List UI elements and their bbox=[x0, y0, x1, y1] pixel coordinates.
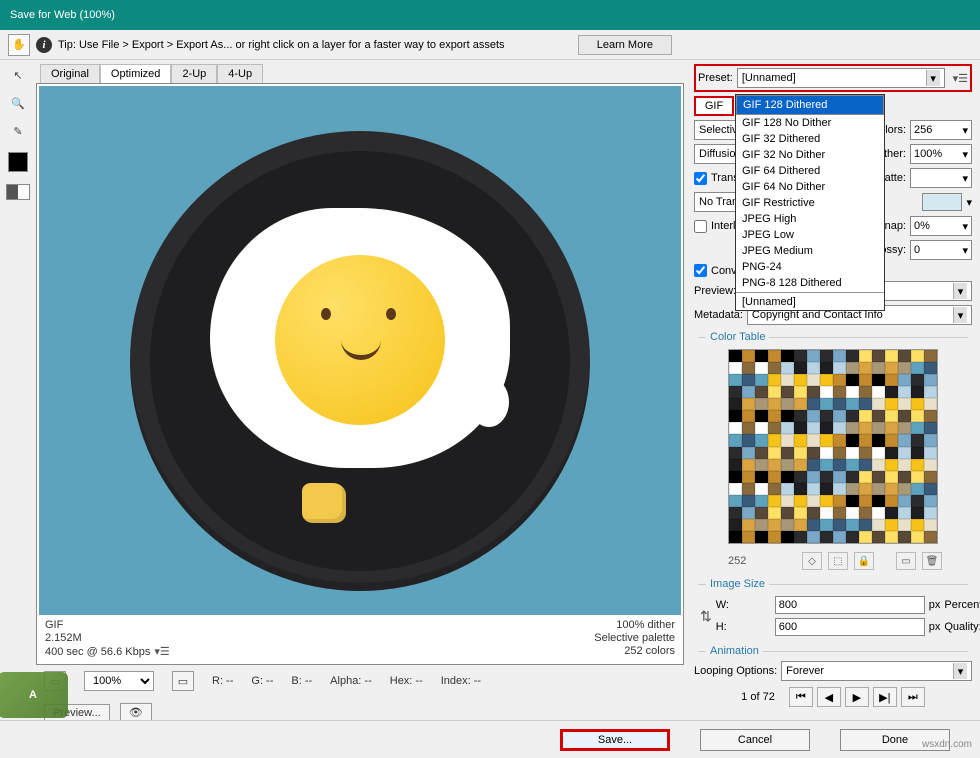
info-dither: 100% dither bbox=[594, 619, 675, 631]
percent-label: Percent: bbox=[944, 599, 980, 611]
first-frame-icon[interactable]: ⏮ bbox=[789, 687, 813, 707]
dd-item[interactable]: PNG-8 128 Dithered bbox=[736, 275, 884, 291]
titlebar: Save for Web (100%) bbox=[0, 0, 980, 30]
tip-text: Tip: Use File > Export > Export As... or… bbox=[58, 39, 505, 51]
status-bar: ▭ 100% ▭ R: -- G: -- B: -- Alpha: -- Hex… bbox=[36, 665, 684, 697]
canvas-frame: GIF 2.152M 400 sec @ 56.6 Kbps ▾☰ 100% d… bbox=[36, 83, 684, 665]
canvas-info: GIF 2.152M 400 sec @ 56.6 Kbps ▾☰ 100% d… bbox=[39, 615, 681, 662]
preview-label: Preview: bbox=[694, 285, 736, 297]
preset-dropdown[interactable]: GIF 128 Dithered GIF 128 No Dither GIF 3… bbox=[735, 94, 885, 311]
w-label: W: bbox=[716, 599, 771, 611]
websnap-select[interactable]: 0%▾ bbox=[910, 216, 972, 236]
cancel-button[interactable]: Cancel bbox=[700, 729, 810, 751]
status-hex: Hex: -- bbox=[390, 675, 423, 687]
status-b: B: -- bbox=[291, 675, 312, 687]
dd-item[interactable]: JPEG Medium bbox=[736, 243, 884, 259]
zoom-in-icon[interactable]: ▭ bbox=[172, 671, 194, 691]
colors-select[interactable]: 256▾ bbox=[910, 120, 972, 140]
amount-swatch[interactable] bbox=[922, 193, 962, 211]
preset-label: Preset: bbox=[698, 72, 733, 84]
prev-frame-icon[interactable]: ◀ bbox=[817, 687, 841, 707]
info-colors: 252 colors bbox=[594, 645, 675, 657]
tab-optimized[interactable]: Optimized bbox=[100, 64, 172, 83]
color-table[interactable] bbox=[728, 349, 938, 544]
info-icon: i bbox=[36, 37, 52, 53]
info-palette: Selective palette bbox=[594, 632, 675, 644]
lossy-select[interactable]: 0▾ bbox=[910, 240, 972, 260]
ct-trash-icon[interactable]: 🗑 bbox=[922, 552, 942, 570]
window-title: Save for Web (100%) bbox=[10, 9, 115, 21]
dither-select[interactable]: 100%▾ bbox=[910, 144, 972, 164]
overlay-logo: A bbox=[0, 672, 68, 718]
ct-lock-icon[interactable]: ◇ bbox=[802, 552, 822, 570]
pointer-tool-icon[interactable]: ↖ bbox=[7, 64, 29, 86]
last-frame-icon[interactable]: ⏭ bbox=[901, 687, 925, 707]
tab-4up[interactable]: 4-Up bbox=[217, 64, 263, 83]
dd-item[interactable]: GIF 64 No Dither bbox=[736, 179, 884, 195]
looping-label: Looping Options: bbox=[694, 665, 777, 677]
status-alpha: Alpha: -- bbox=[330, 675, 372, 687]
color-count: 252 bbox=[728, 555, 746, 567]
dd-item[interactable]: GIF 32 No Dither bbox=[736, 147, 884, 163]
h-label: H: bbox=[716, 621, 771, 633]
zoom-select[interactable]: 100% bbox=[84, 671, 154, 691]
format-button[interactable]: GIF bbox=[694, 96, 734, 116]
slice-toggle-icon[interactable] bbox=[6, 184, 30, 200]
status-g: G: -- bbox=[251, 675, 273, 687]
tab-2up[interactable]: 2-Up bbox=[171, 64, 217, 83]
animation-title: Animation bbox=[694, 645, 972, 657]
watermark: wsxdn.com bbox=[922, 739, 972, 750]
zoom-tool-icon[interactable]: 🔍 bbox=[7, 92, 29, 114]
dd-item[interactable]: [Unnamed] bbox=[736, 294, 884, 310]
ct-new-icon[interactable]: ▭ bbox=[896, 552, 916, 570]
status-r: R: -- bbox=[212, 675, 233, 687]
matte-select[interactable]: ▾ bbox=[910, 168, 972, 188]
height-input[interactable] bbox=[775, 618, 925, 636]
color-table-title: Color Table bbox=[694, 331, 972, 343]
info-timing: 400 sec @ 56.6 Kbps bbox=[45, 646, 150, 658]
dd-item[interactable]: JPEG High bbox=[736, 211, 884, 227]
hand-tool-icon[interactable]: ✋ bbox=[8, 34, 30, 56]
looping-select[interactable]: Forever▾ bbox=[781, 661, 972, 681]
quality-label: Quality: bbox=[944, 621, 980, 633]
frame-indicator: 1 of 72 bbox=[741, 691, 775, 703]
color-table-toolbar: 252 ◇ ⬚ 🔒 ▭ 🗑 bbox=[694, 550, 972, 572]
dd-item[interactable]: GIF 128 Dithered bbox=[736, 95, 884, 115]
preset-menu-icon[interactable]: ▾☰ bbox=[953, 72, 968, 85]
view-tabs: Original Optimized 2-Up 4-Up bbox=[40, 64, 684, 83]
next-frame-icon[interactable]: ▶| bbox=[873, 687, 897, 707]
status-index: Index: -- bbox=[441, 675, 481, 687]
play-icon[interactable]: ▶ bbox=[845, 687, 869, 707]
dd-item[interactable]: GIF Restrictive bbox=[736, 195, 884, 211]
foreground-swatch[interactable] bbox=[8, 152, 28, 172]
info-format: GIF bbox=[45, 619, 170, 631]
ct-map-icon[interactable]: ⬚ bbox=[828, 552, 848, 570]
dd-item[interactable]: GIF 128 No Dither bbox=[736, 115, 884, 131]
dd-item[interactable]: GIF 32 Dithered bbox=[736, 131, 884, 147]
eyedropper-tool-icon[interactable]: ✎ bbox=[7, 120, 29, 142]
dialog-buttons: Save... Cancel Done bbox=[0, 720, 980, 758]
preview-canvas[interactable] bbox=[39, 86, 681, 615]
learn-more-button[interactable]: Learn More bbox=[578, 35, 672, 55]
info-size: 2.152M bbox=[45, 632, 170, 644]
save-button[interactable]: Save... bbox=[560, 729, 670, 751]
timing-menu-icon[interactable]: ▾☰ bbox=[154, 645, 169, 658]
tip-bar: ✋ i Tip: Use File > Export > Export As..… bbox=[0, 30, 980, 60]
tab-original[interactable]: Original bbox=[40, 64, 100, 83]
image-size-title: Image Size bbox=[694, 578, 972, 590]
width-input[interactable] bbox=[775, 596, 925, 614]
link-icon[interactable]: ⇅ bbox=[700, 608, 712, 625]
dd-item[interactable]: PNG-24 bbox=[736, 259, 884, 275]
left-toolbar: ↖ 🔍 ✎ bbox=[0, 60, 36, 728]
chevron-down-icon: ▾ bbox=[926, 70, 940, 86]
dd-item[interactable]: JPEG Low bbox=[736, 227, 884, 243]
ct-shift-icon[interactable]: 🔒 bbox=[854, 552, 874, 570]
preset-select[interactable]: [Unnamed]▾ bbox=[737, 68, 945, 88]
dd-item[interactable]: GIF 64 Dithered bbox=[736, 163, 884, 179]
